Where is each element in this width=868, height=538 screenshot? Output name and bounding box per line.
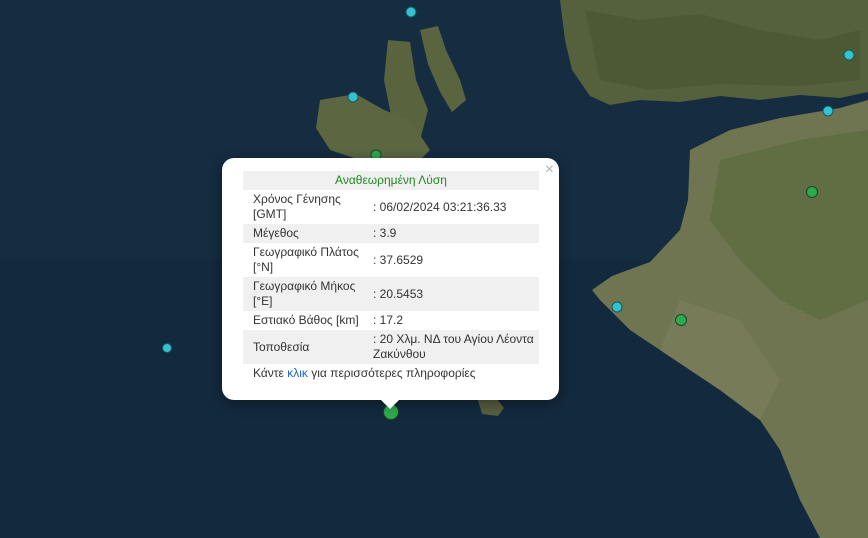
detail-row: Γεωγραφικό Πλάτος [°N] : 37.6529	[243, 243, 539, 277]
detail-row: Γεωγραφικό Μήκος [°E] : 20.5453	[243, 277, 539, 311]
popup-content: Αναθεωρημένη Λύση Χρόνος Γένησης [GMT] : …	[243, 171, 539, 380]
detail-value: : 37.6529	[373, 252, 424, 267]
popup-tip	[380, 399, 400, 409]
detail-value: : 17.2	[373, 313, 404, 327]
earthquake-marker[interactable]	[405, 6, 417, 18]
detail-label: Εστιακό Βάθος [km]	[253, 313, 359, 327]
detail-value: : 20.5453	[373, 286, 424, 301]
earthquake-marker[interactable]	[347, 91, 359, 103]
earthquake-marker[interactable]	[806, 186, 818, 198]
earthquake-marker[interactable]	[611, 301, 623, 313]
detail-value: : 06/02/2024 03:21:36.33	[373, 199, 507, 214]
detail-row: Εστιακό Βάθος [km] : 17.2	[243, 311, 539, 330]
detail-label: Γεωγραφικό Μήκος [°E]	[253, 279, 356, 308]
more-info-prefix: Κάντε	[253, 366, 288, 380]
more-info-text: Κάντε κλικ για περισσότερες πληροφορίες	[243, 366, 539, 380]
detail-value: : 20 Χλμ. ΝΔ του Αγίου Λέοντα Ζακύνθου	[373, 332, 534, 361]
more-info-link[interactable]: κλικ	[287, 366, 308, 380]
detail-row: Τοποθεσία : 20 Χλμ. ΝΔ του Αγίου Λέοντα Ζ…	[243, 330, 539, 364]
detail-value: : 3.9	[373, 226, 397, 240]
more-info-suffix: για περισσότερες πληροφορίες	[307, 366, 476, 380]
earthquake-marker[interactable]	[162, 343, 172, 353]
earthquake-marker[interactable]	[843, 49, 855, 61]
detail-label: Μέγεθος	[253, 226, 299, 240]
detail-label: Χρόνος Γένησης [GMT]	[253, 192, 341, 221]
close-icon[interactable]: ×	[545, 161, 554, 179]
detail-label: Γεωγραφικό Πλάτος [°N]	[253, 245, 359, 274]
earthquake-marker[interactable]	[675, 314, 687, 326]
earthquake-details-table: Χρόνος Γένησης [GMT] : 06/02/2024 03:21:3…	[243, 190, 539, 364]
earthquake-info-popup: × Αναθεωρημένη Λύση Χρόνος Γένησης [GMT]…	[222, 158, 559, 400]
popup-title: Αναθεωρημένη Λύση	[243, 171, 539, 190]
earthquake-marker[interactable]	[822, 105, 834, 117]
detail-row: Μέγεθος : 3.9	[243, 224, 539, 243]
detail-row: Χρόνος Γένησης [GMT] : 06/02/2024 03:21:3…	[243, 190, 539, 224]
detail-label: Τοποθεσία	[253, 339, 310, 354]
